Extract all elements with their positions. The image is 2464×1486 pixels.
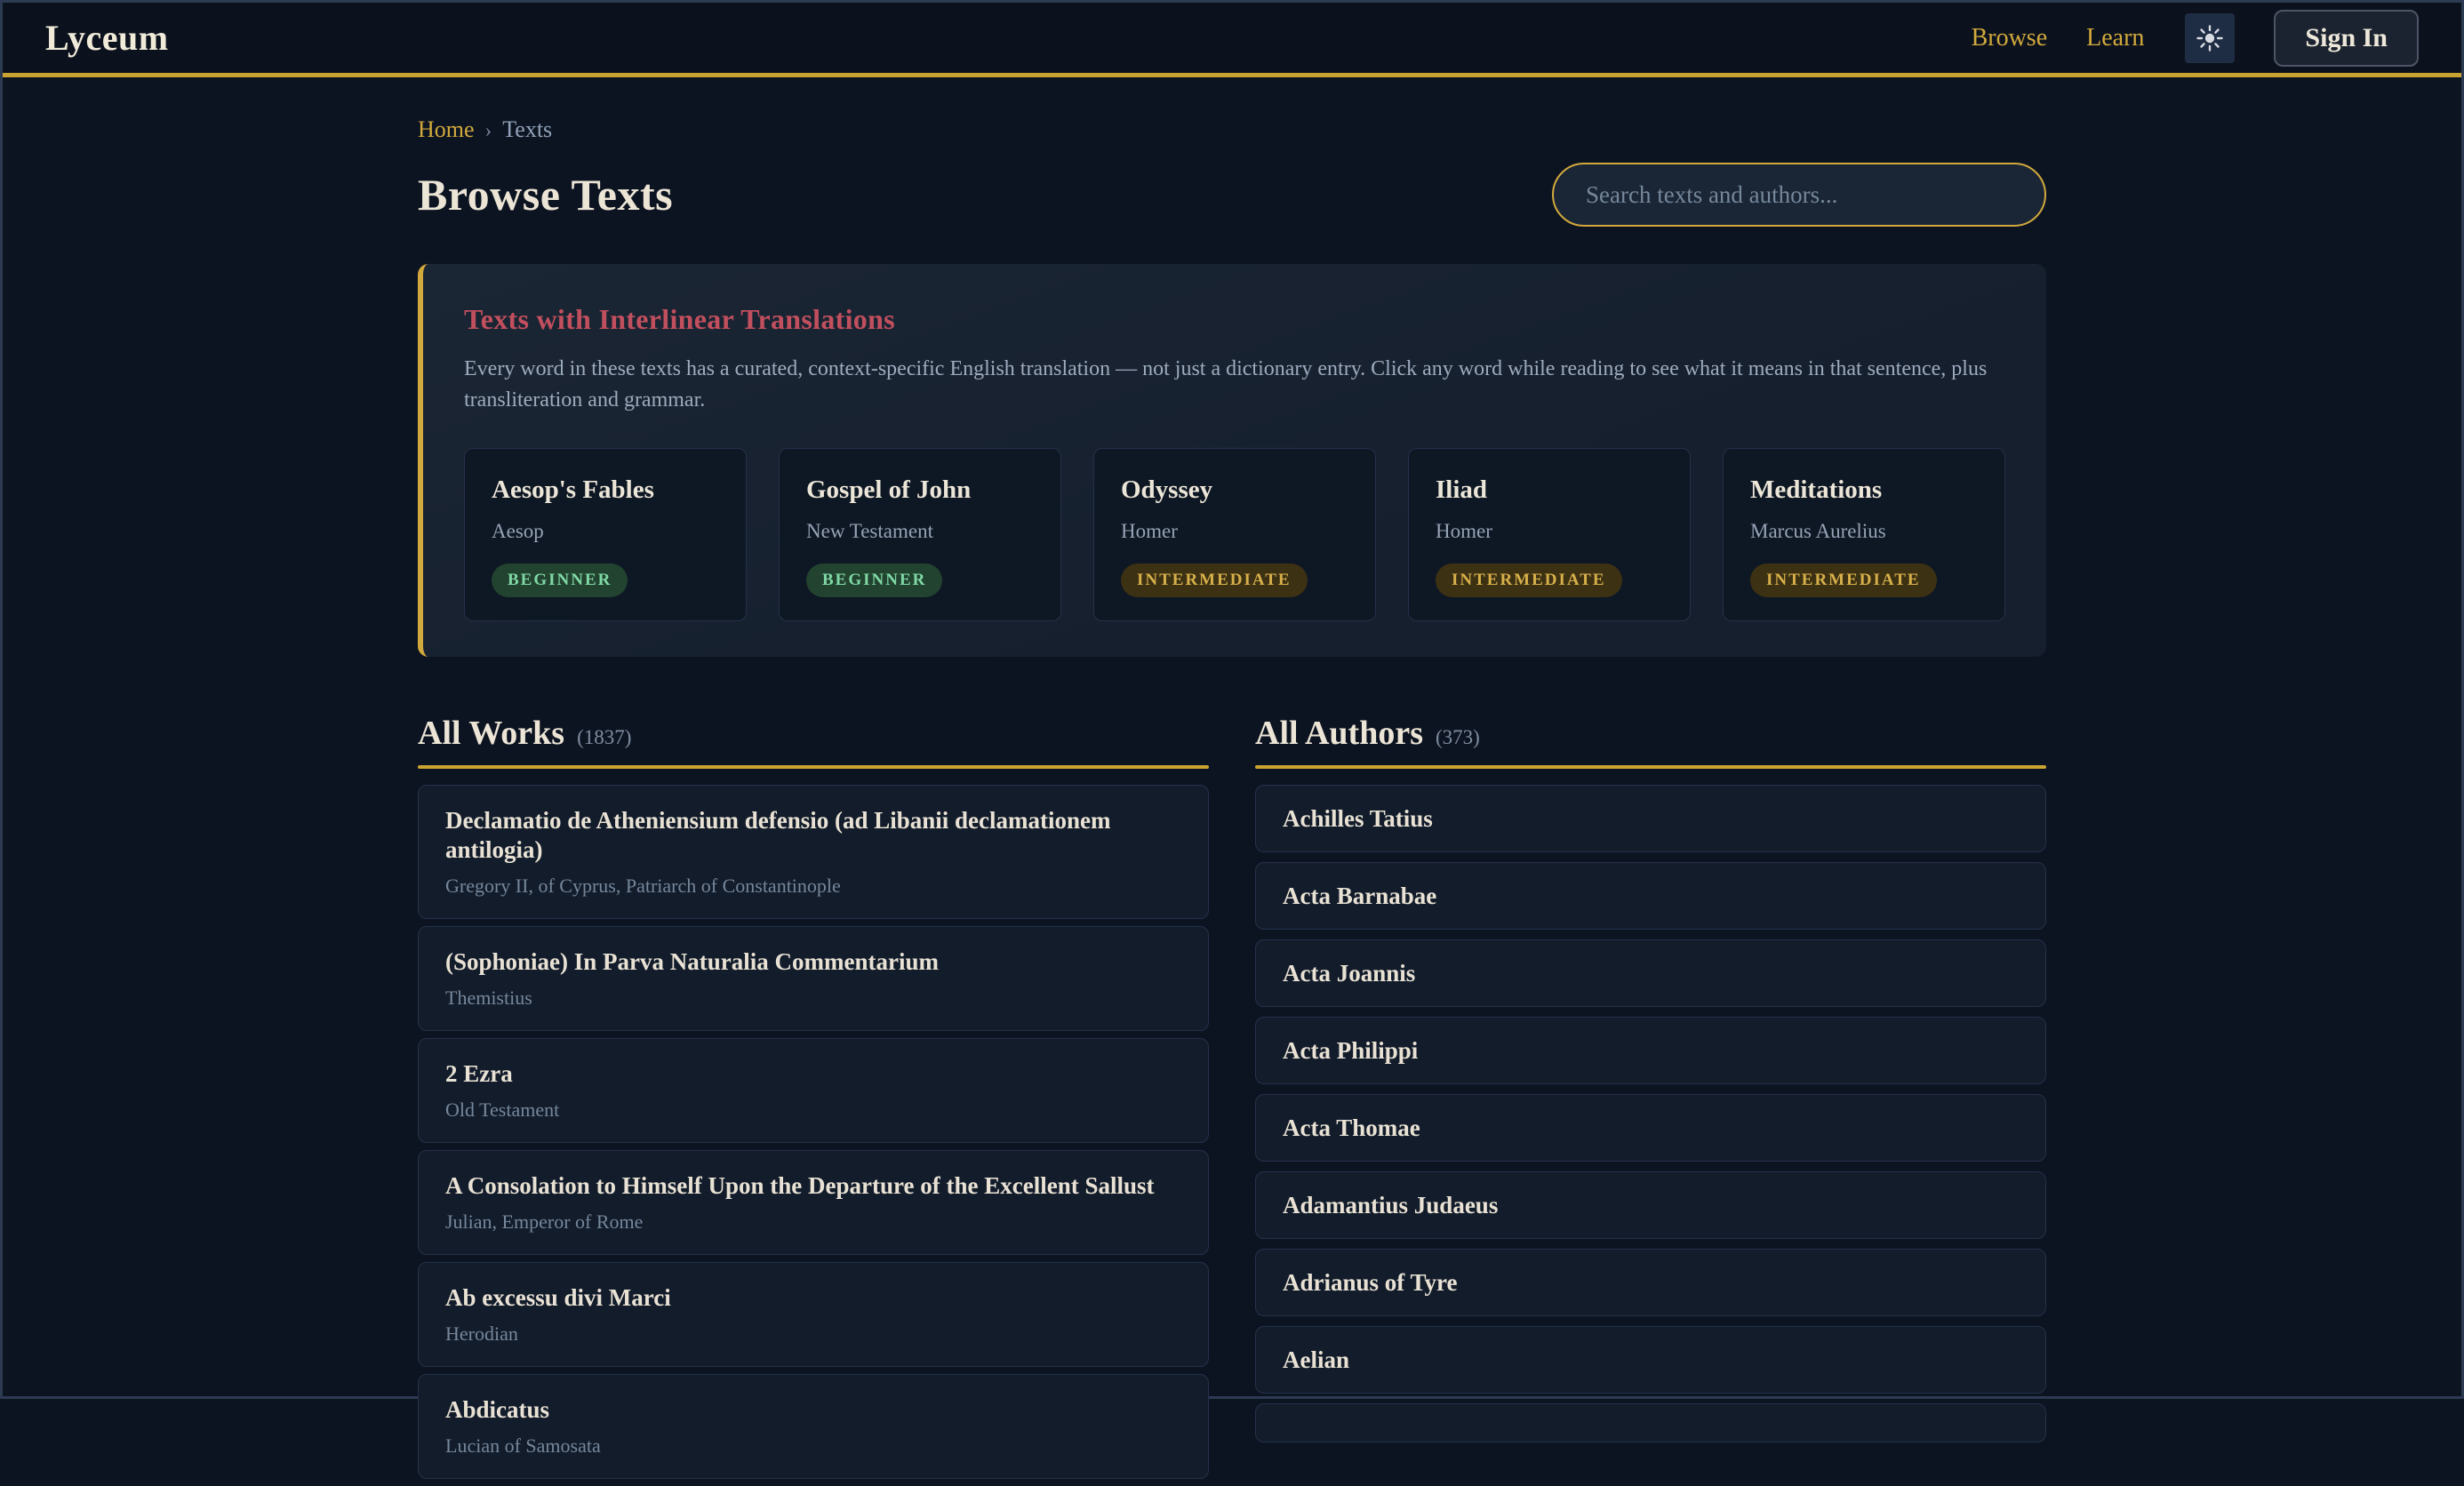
theme-toggle-button[interactable] xyxy=(2185,13,2235,63)
difficulty-badge: INTERMEDIATE xyxy=(1121,563,1308,597)
works-header: All Works (1837) xyxy=(418,714,1209,753)
nav-links: Browse Learn Sign In xyxy=(1972,10,2419,67)
work-title: Declamatio de Atheniensium defensio (ad … xyxy=(445,806,1181,865)
difficulty-badge: BEGINNER xyxy=(492,563,628,597)
featured-card-title: Gospel of John xyxy=(806,474,1034,506)
author-list-item[interactable]: Acta Joannis xyxy=(1255,939,2046,1007)
navbar: Lyceum Browse Learn Sign In xyxy=(3,3,2461,77)
work-title: Ab excessu divi Marci xyxy=(445,1283,1181,1313)
work-title: 2 Ezra xyxy=(445,1059,1181,1089)
featured-card[interactable]: Iliad Homer INTERMEDIATE xyxy=(1408,448,1691,621)
featured-description: Every word in these texts has a curated,… xyxy=(464,354,2005,416)
featured-heading: Texts with Interlinear Translations xyxy=(464,303,2005,336)
browse-columns: All Works (1837) Declamatio de Atheniens… xyxy=(418,714,2046,1486)
featured-card[interactable]: Odyssey Homer INTERMEDIATE xyxy=(1093,448,1376,621)
works-heading: All Works xyxy=(418,714,564,753)
search-input[interactable] xyxy=(1552,163,2046,227)
author-name: Acta Joannis xyxy=(1283,959,2019,987)
featured-card-author: Aesop xyxy=(492,518,719,544)
work-author: Herodian xyxy=(445,1322,1181,1346)
featured-cards: Aesop's Fables Aesop BEGINNER Gospel of … xyxy=(464,448,2005,621)
nav-link-learn[interactable]: Learn xyxy=(2086,24,2144,52)
author-list-item[interactable]: Achilles Tatius xyxy=(1255,785,2046,852)
author-list-item[interactable]: Acta Thomae xyxy=(1255,1094,2046,1162)
featured-card-author: Homer xyxy=(1436,518,1663,544)
author-list-item[interactable] xyxy=(1255,1403,2046,1442)
difficulty-badge: INTERMEDIATE xyxy=(1750,563,1937,597)
main-content: Home › Texts Browse Texts Texts with Int… xyxy=(418,116,2046,1486)
author-name: Acta Philippi xyxy=(1283,1036,2019,1065)
author-name: Adamantius Judaeus xyxy=(1283,1191,2019,1219)
work-title: Abdicatus xyxy=(445,1395,1181,1425)
works-list: Declamatio de Atheniensium defensio (ad … xyxy=(418,785,1209,1479)
breadcrumb-separator-icon: › xyxy=(485,119,492,142)
featured-card[interactable]: Aesop's Fables Aesop BEGINNER xyxy=(464,448,747,621)
author-name: Achilles Tatius xyxy=(1283,804,2019,833)
difficulty-badge: INTERMEDIATE xyxy=(1436,563,1622,597)
breadcrumb-home-link[interactable]: Home xyxy=(418,116,475,143)
nav-link-browse[interactable]: Browse xyxy=(1972,24,2048,52)
author-list-item[interactable]: Adrianus of Tyre xyxy=(1255,1249,2046,1316)
author-list-item[interactable]: Acta Philippi xyxy=(1255,1017,2046,1084)
featured-card-title: Meditations xyxy=(1750,474,1978,506)
authors-section: All Authors (373) Achilles Tatius Acta B… xyxy=(1255,714,2046,1486)
featured-card-title: Iliad xyxy=(1436,474,1663,506)
work-author: Gregory II, of Cyprus, Patriarch of Cons… xyxy=(445,875,1181,898)
works-gold-divider xyxy=(418,765,1209,769)
author-list-item[interactable]: Acta Barnabae xyxy=(1255,862,2046,930)
work-list-item[interactable]: A Consolation to Himself Upon the Depart… xyxy=(418,1150,1209,1255)
featured-card-title: Odyssey xyxy=(1121,474,1348,506)
works-count: (1837) xyxy=(577,726,631,749)
sun-icon xyxy=(2196,24,2224,52)
authors-list: Achilles Tatius Acta Barnabae Acta Joann… xyxy=(1255,785,2046,1442)
title-row: Browse Texts xyxy=(418,163,2046,227)
difficulty-badge: BEGINNER xyxy=(806,563,942,597)
work-title: A Consolation to Himself Upon the Depart… xyxy=(445,1171,1181,1201)
author-name: Adrianus of Tyre xyxy=(1283,1268,2019,1297)
authors-gold-divider xyxy=(1255,765,2046,769)
author-name: Aelian xyxy=(1283,1346,2019,1374)
featured-card[interactable]: Meditations Marcus Aurelius INTERMEDIATE xyxy=(1723,448,2005,621)
sign-in-button[interactable]: Sign In xyxy=(2274,10,2419,67)
featured-card-title: Aesop's Fables xyxy=(492,474,719,506)
featured-card[interactable]: Gospel of John New Testament BEGINNER xyxy=(779,448,1061,621)
work-author: Themistius xyxy=(445,987,1181,1010)
work-author: Lucian of Samosata xyxy=(445,1434,1181,1458)
work-list-item[interactable]: (Sophoniae) In Parva Naturalia Commentar… xyxy=(418,926,1209,1031)
featured-card-author: Marcus Aurelius xyxy=(1750,518,1978,544)
author-list-item[interactable]: Aelian xyxy=(1255,1326,2046,1394)
breadcrumb: Home › Texts xyxy=(418,116,2046,143)
authors-heading: All Authors xyxy=(1255,714,1423,753)
work-author: Julian, Emperor of Rome xyxy=(445,1210,1181,1234)
brand-logo[interactable]: Lyceum xyxy=(45,17,169,59)
authors-count: (373) xyxy=(1436,726,1480,749)
featured-card-author: New Testament xyxy=(806,518,1034,544)
author-name: Acta Barnabae xyxy=(1283,882,2019,910)
work-list-item[interactable]: Abdicatus Lucian of Samosata xyxy=(418,1374,1209,1479)
work-list-item[interactable]: Declamatio de Atheniensium defensio (ad … xyxy=(418,785,1209,919)
author-list-item[interactable]: Adamantius Judaeus xyxy=(1255,1171,2046,1239)
author-name: Acta Thomae xyxy=(1283,1114,2019,1142)
work-list-item[interactable]: Ab excessu divi Marci Herodian xyxy=(418,1262,1209,1367)
work-author: Old Testament xyxy=(445,1099,1181,1122)
authors-header: All Authors (373) xyxy=(1255,714,2046,753)
works-section: All Works (1837) Declamatio de Atheniens… xyxy=(418,714,1209,1486)
page-title: Browse Texts xyxy=(418,169,673,220)
work-list-item[interactable]: 2 Ezra Old Testament xyxy=(418,1038,1209,1143)
featured-panel: Texts with Interlinear Translations Ever… xyxy=(418,264,2046,657)
breadcrumb-current: Texts xyxy=(502,116,552,143)
featured-card-author: Homer xyxy=(1121,518,1348,544)
work-title: (Sophoniae) In Parva Naturalia Commentar… xyxy=(445,947,1181,977)
